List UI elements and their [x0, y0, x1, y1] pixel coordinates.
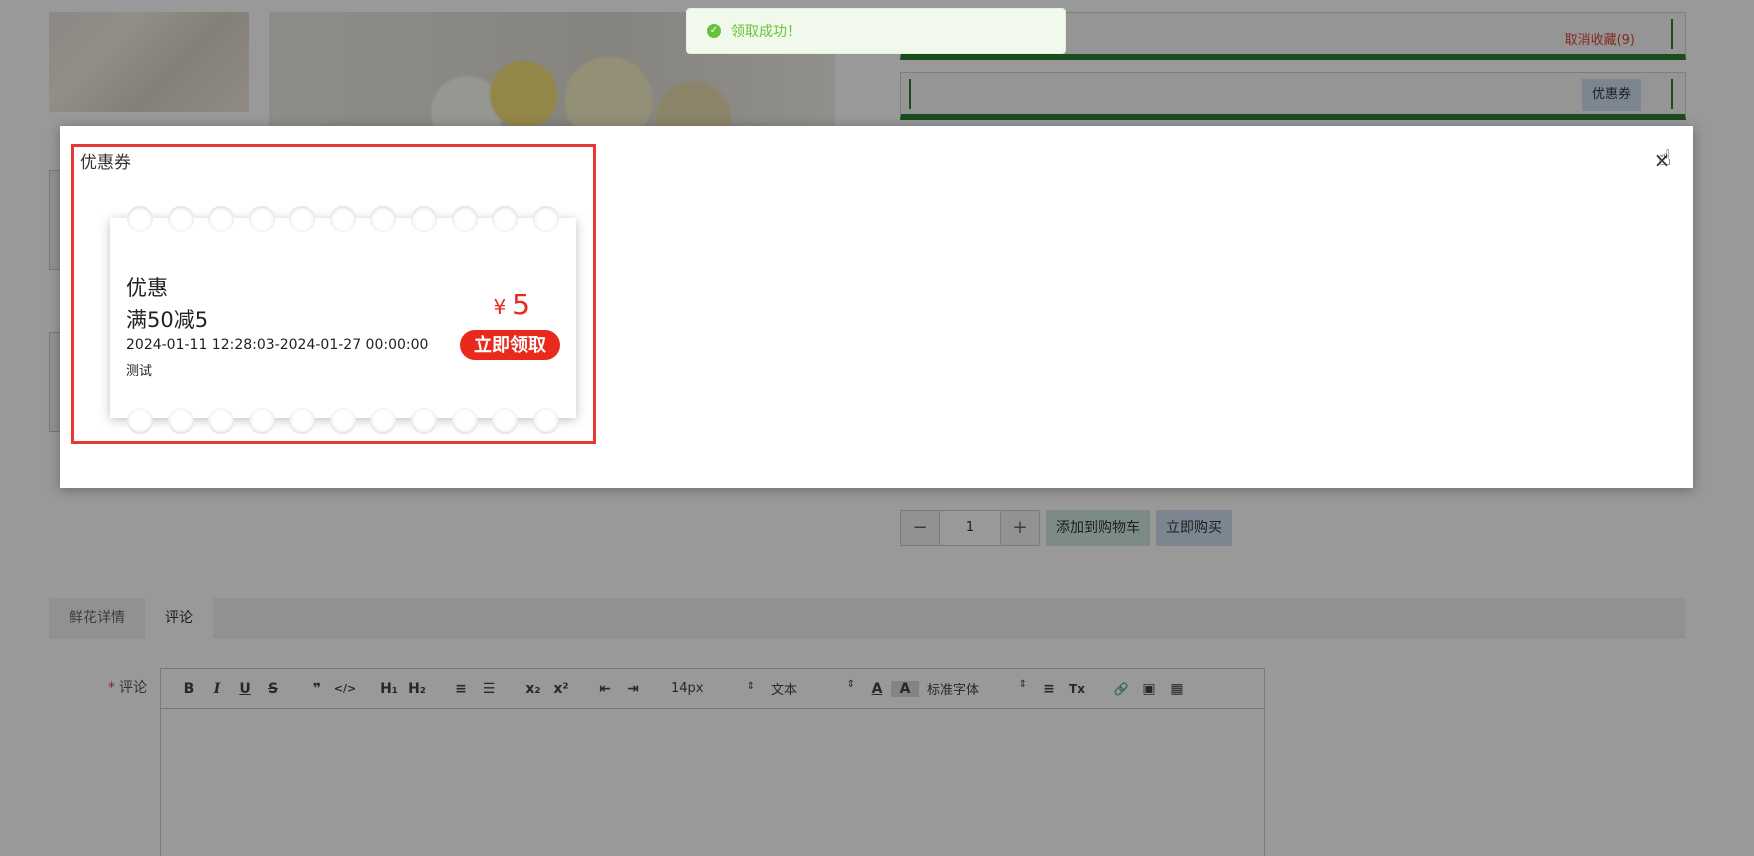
coupon-dialog: 优惠券 × 优惠 满50减5 2024-01-11 12:28:03-2024-…: [60, 126, 1693, 488]
coupon-date-range: 2024-01-11 12:28:03-2024-01-27 00:00:00: [126, 337, 429, 353]
dialog-title: 优惠券: [80, 153, 131, 173]
currency-symbol: ¥: [493, 295, 507, 319]
claim-coupon-button[interactable]: 立即领取: [460, 330, 560, 360]
hand-cursor-icon: ☝: [1658, 146, 1672, 171]
toast-message: 领取成功！: [731, 24, 801, 40]
coupon-rule: 满50减5: [126, 308, 209, 332]
coupon-name: 优惠: [126, 276, 168, 300]
success-toast: ✓ 领取成功！: [686, 8, 1066, 54]
coupon-amount-value: 5: [512, 288, 530, 321]
coupon-amount: ¥5: [493, 288, 530, 321]
product-page: 取消收藏(9) 优惠券 − 1 + 添加到购物车 立即购买 鲜花详情 评论 * 评…: [0, 0, 1754, 856]
coupon-card: 优惠 满50减5 2024-01-11 12:28:03-2024-01-27 …: [110, 206, 576, 434]
coupon-top-edge: [110, 206, 576, 232]
check-circle-icon: ✓: [707, 24, 721, 38]
coupon-description: 测试: [126, 364, 153, 379]
coupon-bottom-edge: [110, 408, 576, 434]
